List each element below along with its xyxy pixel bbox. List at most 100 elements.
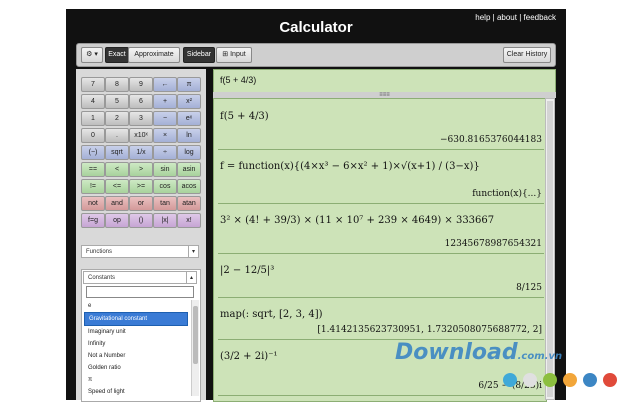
sidebar-toggle-button[interactable]: Sidebar: [183, 47, 215, 63]
key-button[interactable]: eˣ: [177, 111, 201, 126]
key-button[interactable]: ln: [177, 128, 201, 143]
watermark-suffix: .com.vn: [517, 351, 563, 362]
key-button[interactable]: x²: [177, 94, 201, 109]
key-button[interactable]: ←: [153, 77, 177, 92]
constants-scrollbar[interactable]: [191, 300, 199, 396]
watermark-dot: [503, 373, 517, 387]
key-button[interactable]: +: [153, 94, 177, 109]
key-button[interactable]: x!: [177, 213, 201, 228]
key-button[interactable]: .: [105, 128, 129, 143]
constant-item[interactable]: Speed of light: [84, 386, 188, 398]
result-expression: map(: sqrt, [2, 3, 4]): [220, 309, 323, 320]
key-button[interactable]: !=: [81, 179, 105, 194]
key-button[interactable]: acos: [177, 179, 201, 194]
constant-item[interactable]: Infinity: [84, 338, 188, 350]
key-button[interactable]: 5: [105, 94, 129, 109]
input-toggle-button[interactable]: ⊞ Input: [216, 47, 252, 63]
key-button[interactable]: >=: [129, 179, 153, 194]
result-output: [1.4142135623730951, 1.7320508075688772,…: [317, 325, 542, 335]
top-links: help | about | feedback: [475, 13, 556, 22]
key-button[interactable]: log: [177, 145, 201, 160]
key-button[interactable]: atan: [177, 196, 201, 211]
watermark-text: Download: [395, 340, 518, 365]
result-expression: f(5 + 4/3): [220, 111, 269, 122]
constants-search-input[interactable]: [86, 286, 194, 298]
result-expression: 3² × (4! + 39/3) × (11 × 10⁷ + 239 × 464…: [220, 215, 495, 226]
feedback-link[interactable]: feedback: [524, 13, 556, 22]
constant-item[interactable]: Imaginary unit: [84, 326, 188, 338]
key-button[interactable]: not: [81, 196, 105, 211]
key-button[interactable]: ×: [153, 128, 177, 143]
key-button[interactable]: cos: [153, 179, 177, 194]
key-button[interactable]: 9: [129, 77, 153, 92]
link-separator: |: [492, 13, 495, 22]
key-button[interactable]: tan: [153, 196, 177, 211]
key-button[interactable]: 7: [81, 77, 105, 92]
expression-input[interactable]: f(5 + 4/3): [213, 69, 556, 93]
chevron-up-icon: ▴: [186, 272, 196, 283]
functions-dropdown[interactable]: Functions ▾: [81, 245, 199, 258]
result-expression: (3/2 + 2i)⁻¹: [220, 351, 278, 362]
result-output: function(x){...}: [472, 189, 542, 199]
key-button[interactable]: 1: [81, 111, 105, 126]
toolbar: ⚙ ▾ Exact Approximate Sidebar ⊞ Input Cl…: [76, 43, 556, 67]
key-button[interactable]: −: [153, 111, 177, 126]
help-link[interactable]: help: [475, 13, 490, 22]
key-button[interactable]: sin: [153, 162, 177, 177]
constants-dropdown-label: Constants: [88, 275, 116, 281]
result-output: −630.8165376044183: [439, 135, 542, 145]
constant-item[interactable]: Golden ratio: [84, 362, 188, 374]
key-button[interactable]: >: [129, 162, 153, 177]
gear-menu-button[interactable]: ⚙ ▾: [81, 47, 103, 63]
key-button[interactable]: <=: [105, 179, 129, 194]
constants-list: e Gravitational constant Imaginary unit Inf…: [84, 300, 188, 398]
clear-history-button[interactable]: Clear History: [503, 47, 551, 63]
key-button[interactable]: sqrt: [105, 145, 129, 160]
functions-dropdown-label: Functions: [86, 249, 113, 255]
key-button[interactable]: <: [105, 162, 129, 177]
key-button[interactable]: f=g: [81, 213, 105, 228]
result-expression: |2 − 12/5|³: [220, 265, 275, 276]
key-button[interactable]: |x|: [153, 213, 177, 228]
key-button[interactable]: and: [105, 196, 129, 211]
result-entry[interactable]: f = function(x){(4×x³ − 6×x² + 1)×√(x+1)…: [218, 153, 544, 204]
key-button[interactable]: x10ˣ: [129, 128, 153, 143]
constant-item[interactable]: Gravitational constant: [84, 312, 188, 326]
key-button[interactable]: (): [129, 213, 153, 228]
result-entry[interactable]: f(5 + 4/3) −630.8165376044183: [218, 103, 544, 150]
result-entry[interactable]: 3² × (4! + 39/3) × (11 × 10⁷ + 239 × 464…: [218, 207, 544, 254]
watermark-logo: Download.com.vn: [395, 340, 562, 365]
watermark-dot: [523, 373, 537, 387]
result-entry[interactable]: |2 − 12/5|³ 8/125: [218, 257, 544, 298]
constants-panel: Constants ▴ e Gravitational constant Imagi…: [81, 269, 201, 402]
watermark-dot: [583, 373, 597, 387]
key-button[interactable]: 2: [105, 111, 129, 126]
constant-item[interactable]: Not a Number: [84, 350, 188, 362]
about-link[interactable]: about: [497, 13, 517, 22]
constants-dropdown[interactable]: Constants ▴: [83, 271, 197, 284]
result-entry[interactable]: map(: sqrt, [2, 3, 4]) [1.414213562373095…: [218, 301, 544, 340]
watermark-dot: [563, 373, 577, 387]
key-button[interactable]: asin: [177, 162, 201, 177]
key-button[interactable]: π: [177, 77, 201, 92]
key-button[interactable]: 1/x: [129, 145, 153, 160]
key-button[interactable]: 8: [105, 77, 129, 92]
key-button[interactable]: (−): [81, 145, 105, 160]
key-button[interactable]: 0: [81, 128, 105, 143]
constant-item[interactable]: π: [84, 374, 188, 386]
key-button[interactable]: 6: [129, 94, 153, 109]
key-button[interactable]: op: [105, 213, 129, 228]
expression-input-value: f(5 + 4/3): [220, 75, 257, 85]
approximate-button[interactable]: Approximate: [128, 47, 180, 63]
key-button[interactable]: ==: [81, 162, 105, 177]
chevron-down-icon: ▾: [188, 246, 198, 257]
key-button[interactable]: 3: [129, 111, 153, 126]
constant-item[interactable]: e: [84, 300, 188, 312]
key-button[interactable]: ÷: [153, 145, 177, 160]
scrollbar-thumb[interactable]: [193, 306, 198, 364]
exact-button[interactable]: Exact: [105, 47, 129, 63]
result-output: 8/125: [516, 283, 542, 293]
watermark-dot: [543, 373, 557, 387]
key-button[interactable]: or: [129, 196, 153, 211]
key-button[interactable]: 4: [81, 94, 105, 109]
